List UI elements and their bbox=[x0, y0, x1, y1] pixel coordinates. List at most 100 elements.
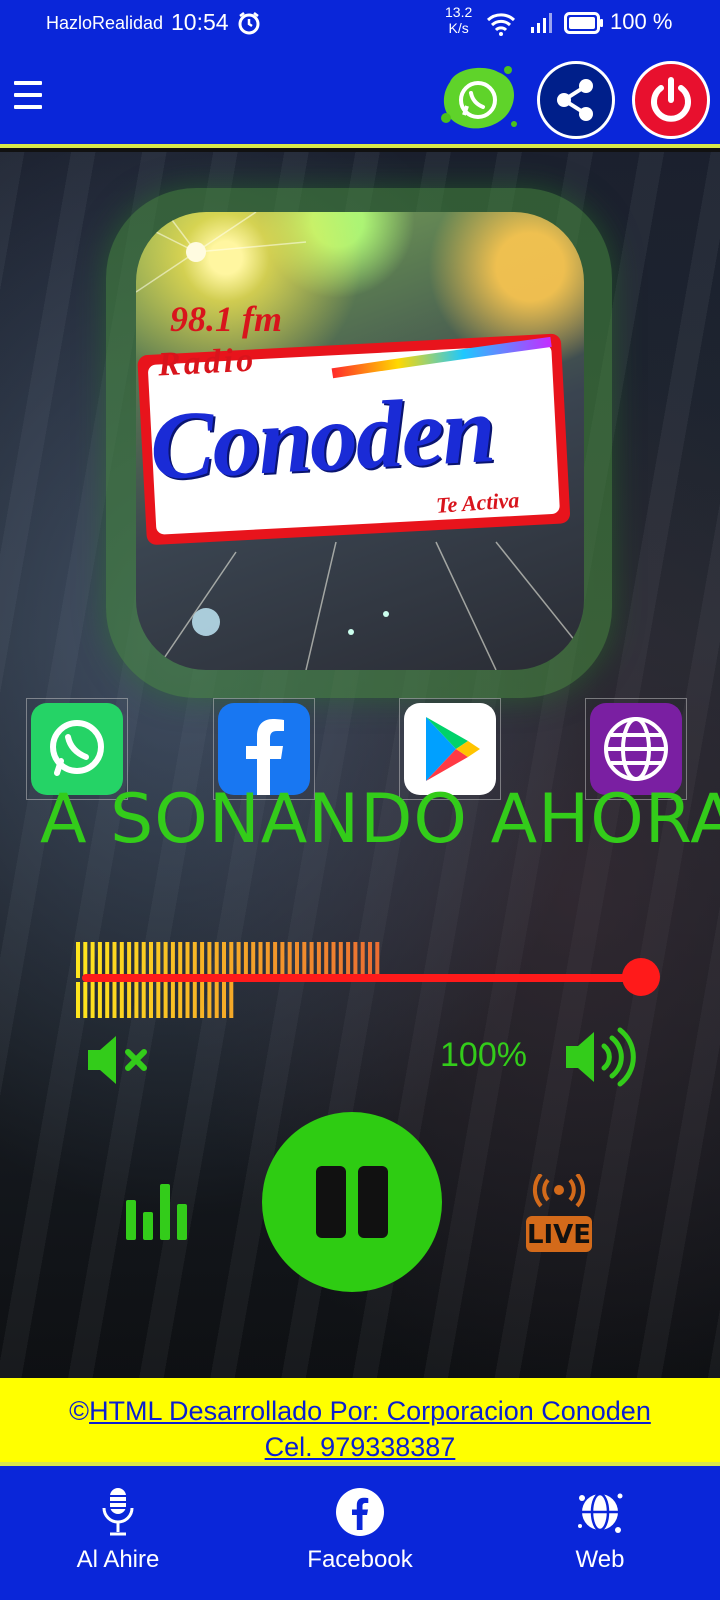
radio-label: Radio bbox=[157, 341, 257, 384]
vu-bar bbox=[273, 942, 278, 978]
vu-bar bbox=[338, 942, 343, 978]
power-button[interactable] bbox=[632, 61, 710, 139]
bottom-nav: Al Ahire Facebook Web bbox=[0, 1462, 720, 1600]
vu-bar bbox=[170, 942, 175, 978]
vu-bar bbox=[185, 982, 190, 1018]
vu-bar bbox=[156, 982, 161, 1018]
battery-icon bbox=[564, 12, 604, 39]
vu-bar bbox=[149, 942, 153, 978]
vu-bar bbox=[141, 942, 146, 978]
menu-icon[interactable] bbox=[14, 81, 42, 115]
vu-bar bbox=[368, 942, 372, 978]
vu-bar bbox=[83, 942, 88, 978]
vu-bar bbox=[331, 942, 336, 978]
vu-bar bbox=[251, 942, 256, 978]
vu-bar bbox=[127, 982, 132, 1018]
vu-bar bbox=[156, 942, 161, 978]
vu-bar bbox=[97, 942, 102, 978]
vu-bar bbox=[214, 942, 219, 978]
globe-icon bbox=[578, 1492, 623, 1533]
vu-bar bbox=[192, 942, 197, 978]
frequency-label: 98.1 fm bbox=[170, 299, 282, 339]
vu-bar bbox=[214, 982, 219, 1018]
volume-percent: 100% bbox=[440, 1036, 527, 1074]
vu-bar bbox=[295, 942, 299, 978]
microphone-icon bbox=[102, 1488, 134, 1536]
vu-bar bbox=[112, 942, 117, 978]
vu-bar bbox=[163, 942, 168, 978]
network-speed: 13.2 K/s bbox=[445, 4, 472, 36]
vu-meter bbox=[76, 942, 380, 1018]
nav-item-web[interactable]: Web bbox=[500, 1466, 700, 1600]
copyright-symbol: © bbox=[69, 1396, 90, 1426]
vu-bar bbox=[119, 942, 124, 978]
whatsapp-icon[interactable] bbox=[436, 62, 520, 136]
share-button[interactable] bbox=[537, 61, 615, 139]
vu-bar bbox=[258, 942, 263, 978]
volume-up-icon[interactable] bbox=[562, 1024, 638, 1095]
network-speed-unit: K/s bbox=[448, 20, 469, 36]
live-icon[interactable]: LIVE bbox=[524, 1172, 594, 1261]
vu-bar bbox=[222, 982, 226, 1018]
vu-bar bbox=[90, 942, 95, 978]
player-area: 98.1 fm Radio Conoden Te Activa A SONAND… bbox=[0, 152, 720, 1378]
now-playing-text: A SONANDO AHORA bbox=[40, 780, 720, 859]
carrier-name: HazloRealidad bbox=[46, 13, 164, 33]
vu-bar bbox=[302, 942, 307, 978]
vu-bar bbox=[324, 942, 329, 978]
vu-bar bbox=[265, 942, 270, 978]
vu-bar bbox=[178, 982, 183, 1018]
now-playing-ticker: A SONANDO AHORA bbox=[0, 780, 720, 860]
vu-bar bbox=[207, 942, 212, 978]
vu-bar bbox=[346, 942, 351, 978]
power-icon bbox=[651, 77, 691, 122]
vu-bar bbox=[360, 942, 365, 978]
nav-item-al-ahire[interactable]: Al Ahire bbox=[18, 1466, 218, 1600]
equalizer-icon[interactable] bbox=[126, 1184, 190, 1245]
vu-bar bbox=[178, 942, 183, 978]
vu-bar bbox=[229, 982, 234, 1018]
station-logo: 98.1 fm Radio Conoden Te Activa bbox=[136, 212, 584, 670]
vu-bar bbox=[316, 942, 321, 978]
facebook-icon bbox=[336, 1488, 384, 1536]
vu-bar bbox=[163, 982, 168, 1018]
vu-bar bbox=[192, 982, 197, 1018]
vu-bar bbox=[309, 942, 314, 978]
mute-icon[interactable] bbox=[84, 1032, 154, 1093]
vu-bar bbox=[119, 982, 124, 1018]
volume-slider-handle[interactable] bbox=[622, 958, 660, 996]
nav-item-facebook[interactable]: Facebook bbox=[260, 1466, 460, 1600]
phone-link[interactable]: Cel. 979338387 bbox=[265, 1432, 456, 1462]
clock: 10:54 bbox=[171, 9, 229, 35]
battery-percent: 100 % bbox=[610, 9, 673, 34]
credit-banner: ©HTML Desarrollado Por: Corporacion Cono… bbox=[0, 1378, 720, 1462]
vu-bar bbox=[200, 942, 205, 978]
vu-bar bbox=[149, 982, 153, 1018]
vu-bar bbox=[207, 982, 212, 1018]
nav-label: Al Ahire bbox=[76, 1546, 160, 1573]
signal-icon bbox=[530, 11, 554, 40]
vu-bar bbox=[280, 942, 285, 978]
volume-slider[interactable] bbox=[82, 974, 640, 982]
developer-link[interactable]: HTML Desarrollado Por: Corporacion Conod… bbox=[89, 1396, 651, 1426]
share-icon bbox=[557, 79, 593, 121]
pause-button[interactable] bbox=[262, 1112, 442, 1292]
vu-bar bbox=[76, 942, 80, 978]
vu-bar bbox=[287, 942, 292, 978]
nav-label: Web bbox=[575, 1546, 625, 1573]
alarm-icon bbox=[238, 11, 260, 40]
vu-bar bbox=[127, 942, 132, 978]
vu-bar bbox=[134, 942, 139, 978]
station-logo-frame: 98.1 fm Radio Conoden Te Activa bbox=[106, 188, 612, 698]
vu-bar bbox=[222, 942, 226, 978]
vu-bar bbox=[170, 982, 175, 1018]
vu-bar bbox=[236, 942, 241, 978]
vu-bar bbox=[112, 982, 117, 1018]
vu-bar bbox=[105, 942, 110, 978]
vu-bar bbox=[243, 942, 248, 978]
vu-bar bbox=[375, 942, 380, 978]
app-bar bbox=[0, 48, 720, 148]
vu-bar bbox=[97, 982, 102, 1018]
vu-bar bbox=[185, 942, 190, 978]
live-label: LIVE bbox=[526, 1220, 592, 1250]
